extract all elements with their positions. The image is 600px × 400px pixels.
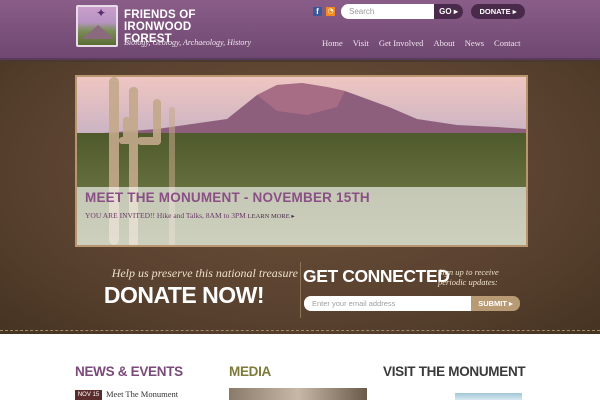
site-subtitle: Biology, Geology, Archaeology, History bbox=[124, 38, 252, 47]
rss-icon[interactable]: ◔ bbox=[326, 7, 335, 16]
nav-about[interactable]: About bbox=[433, 38, 454, 48]
nav-get-involved[interactable]: Get Involved bbox=[379, 38, 424, 48]
main-nav: Home Visit Get Involved About News Conta… bbox=[322, 38, 531, 48]
nav-news[interactable]: News bbox=[465, 38, 484, 48]
media-thumbnail[interactable] bbox=[229, 388, 367, 400]
media-heading[interactable]: MEDIA bbox=[229, 364, 271, 379]
visit-map-thumbnail[interactable] bbox=[455, 393, 522, 400]
site-header: ✦ FRIENDS OF IRONWOOD FOREST Biology, Ge… bbox=[0, 0, 600, 60]
nav-home[interactable]: Home bbox=[322, 38, 343, 48]
nav-visit[interactable]: Visit bbox=[353, 38, 369, 48]
email-field[interactable] bbox=[304, 296, 471, 311]
section-divider bbox=[300, 262, 301, 318]
search-go-button[interactable]: GO ▸ bbox=[434, 4, 463, 19]
nav-contact[interactable]: Contact bbox=[494, 38, 520, 48]
donate-now-link[interactable]: DONATE NOW! bbox=[78, 282, 265, 309]
get-connected-heading: GET CONNECTED bbox=[303, 266, 450, 286]
site-logo[interactable]: ✦ bbox=[76, 5, 118, 47]
donate-button[interactable]: DONATE ▸ bbox=[471, 4, 525, 19]
hero-text-body: YOU ARE INVITED!! Hike and Talks, 8AM to… bbox=[85, 211, 246, 220]
hero-banner[interactable]: MEET THE MONUMENT - NOVEMBER 15TH YOU AR… bbox=[75, 75, 528, 247]
facebook-icon[interactable]: f bbox=[313, 7, 322, 16]
learn-more-link[interactable]: LEARN MORE ▸ bbox=[248, 213, 295, 220]
submit-button[interactable]: SUBMIT ▸ bbox=[471, 296, 520, 311]
dragonfly-icon: ✦ bbox=[96, 6, 107, 20]
help-text: Help us preserve this national treasure bbox=[111, 266, 298, 280]
social-links: f ◔ bbox=[313, 7, 335, 16]
visit-monument-heading[interactable]: VISIT THE MONUMENT bbox=[383, 364, 526, 379]
signup-text: Sign up to receive periodic updates: bbox=[438, 267, 499, 287]
search-input[interactable] bbox=[341, 4, 435, 19]
news-date-badge: NOV 15 bbox=[75, 390, 102, 400]
hero-text: YOU ARE INVITED!! Hike and Talks, 8AM to… bbox=[85, 211, 295, 220]
mountain-icon bbox=[82, 25, 114, 39]
stitch-divider bbox=[0, 330, 600, 331]
news-item-link[interactable]: Meet The Monument bbox=[106, 389, 178, 399]
hero-title[interactable]: MEET THE MONUMENT - NOVEMBER 15TH bbox=[85, 190, 370, 205]
news-events-heading[interactable]: NEWS & EVENTS bbox=[75, 364, 183, 379]
